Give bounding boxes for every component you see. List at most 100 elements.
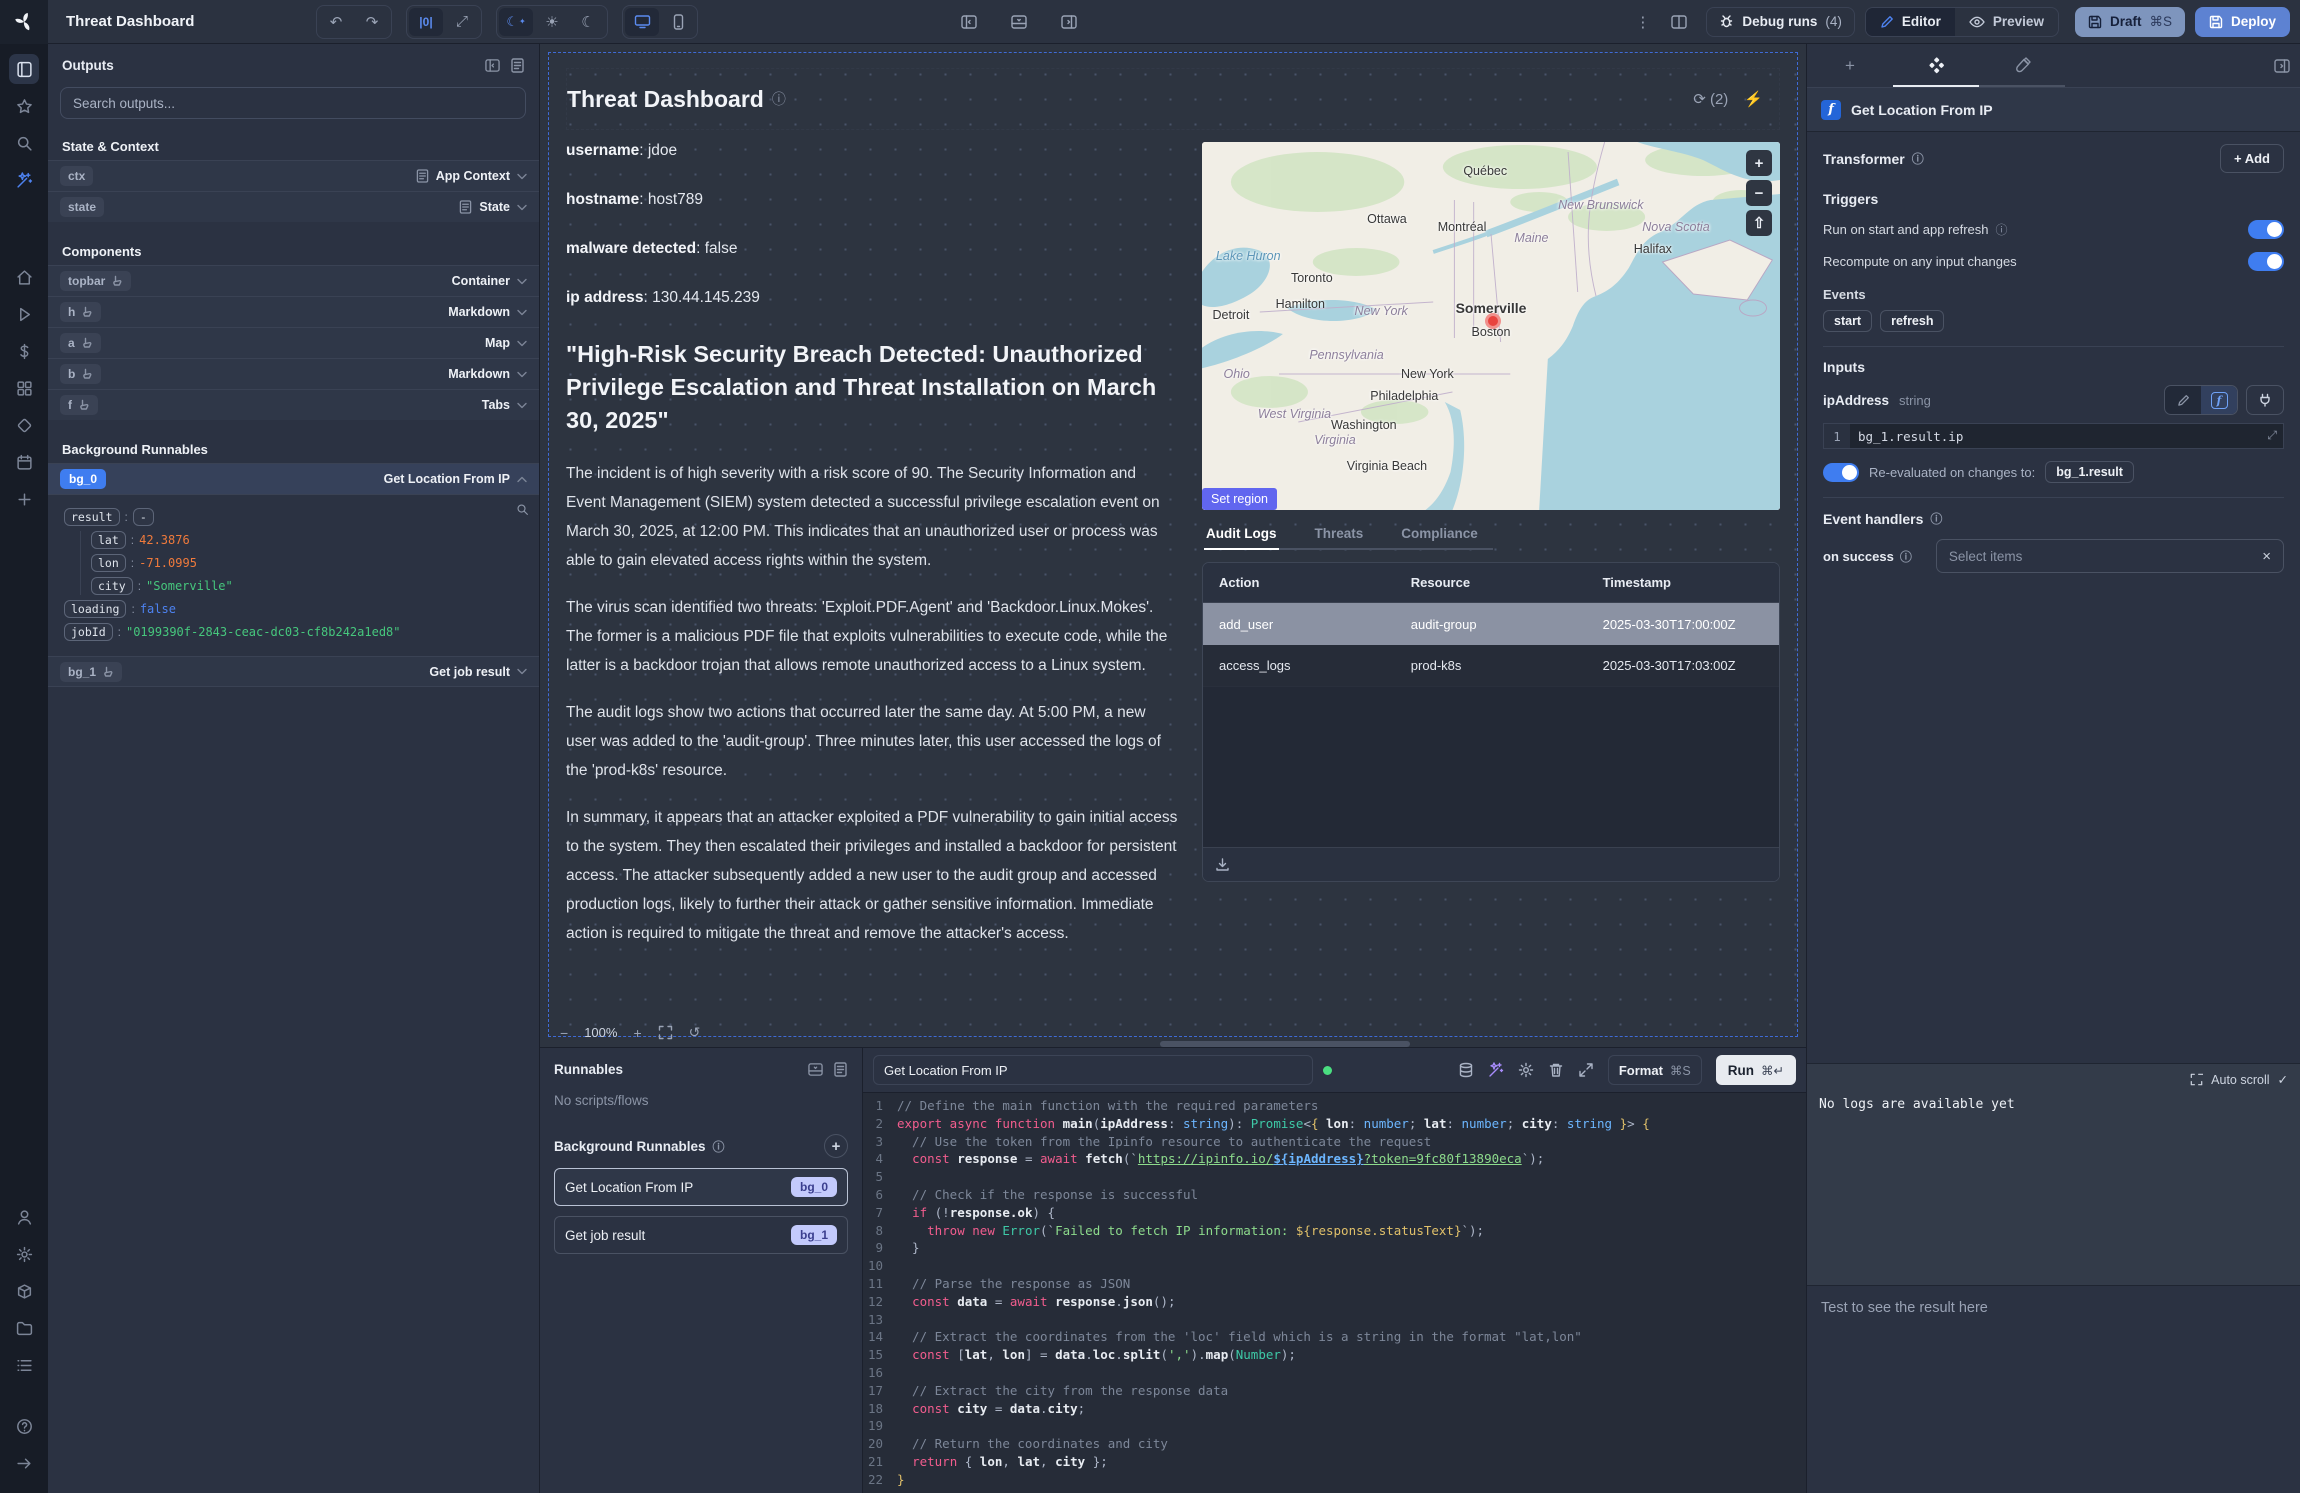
tab-threats[interactable]: Threats — [1313, 520, 1366, 550]
search-nav[interactable] — [9, 128, 39, 158]
map-locate-button[interactable]: ⇧ — [1746, 210, 1772, 236]
table-row[interactable]: access_logs prod-k8s 2025-03-30T17:03:00… — [1203, 645, 1779, 687]
settings-nav[interactable] — [9, 1239, 39, 1269]
code-line[interactable]: 2export async function main(ipAddress: s… — [863, 1115, 1806, 1133]
column-header-resource[interactable]: Resource — [1395, 575, 1587, 590]
code-line[interactable]: 12 const data = await response.json(); — [863, 1293, 1806, 1311]
calendar-nav[interactable] — [9, 447, 39, 477]
logs-nav[interactable] — [9, 1350, 39, 1380]
runnable-item-bg0[interactable]: Get Location From IP bg_0 — [554, 1168, 848, 1206]
ai-wand-icon[interactable] — [1488, 1062, 1504, 1078]
code-line[interactable]: 6 // Check if the response is successful — [863, 1186, 1806, 1204]
debug-runs-button[interactable]: Debug runs (4) — [1706, 7, 1855, 37]
mobile-view-button[interactable] — [661, 8, 695, 36]
code-line[interactable]: 14 // Extract the coordinates from the '… — [863, 1328, 1806, 1346]
column-header-timestamp[interactable]: Timestamp — [1587, 575, 1779, 590]
code-line[interactable]: 5 — [863, 1168, 1806, 1186]
code-line[interactable]: 9 } — [863, 1239, 1806, 1257]
output-row-ctx[interactable]: ctx App Context — [48, 160, 539, 191]
workers-nav[interactable] — [9, 1276, 39, 1306]
runs-nav[interactable] — [9, 299, 39, 329]
toggle-bottom-panel-button[interactable] — [1002, 8, 1036, 36]
app-editor-nav[interactable] — [9, 54, 39, 84]
draft-button[interactable]: Draft ⌘S — [2075, 7, 2185, 37]
column-header-action[interactable]: Action — [1203, 575, 1395, 590]
tab-compliance[interactable]: Compliance — [1399, 520, 1480, 550]
theme-dark-button[interactable]: ☾ — [571, 8, 605, 36]
json-key[interactable]: loading — [64, 600, 126, 618]
theme-auto-button[interactable]: ☾✦ — [499, 8, 533, 36]
zoom-out-button[interactable]: − — [560, 1025, 568, 1041]
code-line[interactable]: 16 — [863, 1364, 1806, 1382]
trash-icon[interactable] — [1548, 1062, 1564, 1078]
recompute-toggle[interactable] — [2248, 252, 2284, 271]
clear-selection-icon[interactable]: × — [2262, 548, 2271, 565]
set-region-button[interactable]: Set region — [1202, 488, 1277, 510]
undo-button[interactable]: ↶ — [319, 8, 353, 36]
code-line[interactable]: 11 // Parse the response as JSON — [863, 1275, 1806, 1293]
json-key[interactable]: lat — [91, 531, 126, 549]
reeval-toggle[interactable] — [1823, 463, 1859, 482]
collapse-bottom-icon[interactable] — [808, 1062, 823, 1077]
doc-icon[interactable] — [510, 58, 525, 73]
run-on-start-toggle[interactable] — [2248, 220, 2284, 239]
event-chip-refresh[interactable]: refresh — [1880, 310, 1944, 332]
add-transformer-button[interactable]: + Add — [2220, 144, 2284, 173]
code-line[interactable]: 1// Define the main function with the re… — [863, 1097, 1806, 1115]
map-zoom-in-button[interactable]: + — [1746, 150, 1772, 176]
code-area[interactable]: 1// Define the main function with the re… — [863, 1092, 1806, 1493]
map-zoom-out-button[interactable]: − — [1746, 180, 1772, 206]
split-view-button[interactable] — [1662, 8, 1696, 36]
variables-nav[interactable] — [9, 336, 39, 366]
expand-editor-icon[interactable] — [1578, 1062, 1594, 1078]
deploy-button[interactable]: Deploy — [2195, 7, 2290, 37]
favorites-nav[interactable] — [9, 91, 39, 121]
reset-zoom-button[interactable]: ↺ — [689, 1024, 701, 1041]
editor-tab[interactable]: Editor — [1866, 8, 1955, 36]
windmill-logo[interactable] — [0, 0, 48, 44]
create-nav[interactable] — [9, 484, 39, 514]
code-line[interactable]: 21 return { lon, lat, city }; — [863, 1453, 1806, 1471]
expand-expr-icon[interactable]: ⤢ — [2267, 428, 2277, 443]
tab-audit-logs[interactable]: Audit Logs — [1204, 520, 1279, 550]
expand-logs-icon[interactable] — [2190, 1073, 2203, 1086]
user-nav[interactable] — [9, 1202, 39, 1232]
more-menu-button[interactable]: ⋮ — [1635, 13, 1650, 31]
json-search-icon[interactable] — [516, 503, 529, 516]
code-line[interactable]: 3 // Use the token from the Ipinfo resou… — [863, 1133, 1806, 1151]
component-row-a[interactable]: a Map — [48, 327, 539, 358]
tab-insert-component[interactable]: + — [1807, 44, 1893, 87]
code-line[interactable]: 19 — [863, 1417, 1806, 1435]
collapse-rail-nav[interactable] — [9, 1448, 39, 1478]
tab-component-settings[interactable] — [1893, 44, 1979, 87]
resources-nav[interactable] — [9, 373, 39, 403]
preview-tab[interactable]: Preview — [1955, 14, 2058, 29]
code-line[interactable]: 15 const [lat, lon] = data.loc.split(','… — [863, 1346, 1806, 1364]
code-line[interactable]: 8 throw new Error(`Failed to fetch IP in… — [863, 1222, 1806, 1240]
table-row[interactable]: add_user audit-group 2025-03-30T17:00:00… — [1203, 603, 1779, 645]
expr-editor[interactable]: 1 bg_1.result.ip ⤢ — [1823, 423, 2284, 449]
search-outputs-input[interactable]: Search outputs... — [60, 87, 526, 119]
database-icon[interactable] — [1458, 1062, 1474, 1078]
code-line[interactable]: 13 — [863, 1311, 1806, 1329]
json-key[interactable]: result — [64, 508, 120, 526]
code-line[interactable]: 4 const response = await fetch(`https://… — [863, 1150, 1806, 1168]
canvas-selection-area[interactable]: Threat Dashboardⓘ ⟳ (2) ⚡ username: jdoe… — [548, 52, 1798, 1037]
code-line[interactable]: 22} — [863, 1471, 1806, 1489]
component-row-topbar[interactable]: topbar Container — [48, 265, 539, 296]
collapse-right-panel-button[interactable] — [2274, 59, 2290, 73]
help-nav[interactable] — [9, 1411, 39, 1441]
width-indicator-button[interactable]: |0| — [409, 8, 443, 36]
map-component[interactable]: QuébecOttawaMontréalNew BrunswickNova Sc… — [1202, 142, 1780, 510]
ai-assistant-nav[interactable] — [9, 165, 39, 195]
toggle-right-panel-button[interactable] — [1052, 8, 1086, 36]
code-line[interactable]: 20 // Return the coordinates and city — [863, 1435, 1806, 1453]
download-icon[interactable] — [1215, 857, 1230, 872]
bg0-output-row[interactable]: bg_0 Get Location From IP — [48, 463, 539, 494]
fit-view-icon[interactable] — [658, 1025, 673, 1040]
json-key[interactable]: jobId — [64, 623, 113, 641]
collapse-panel-icon[interactable] — [485, 58, 500, 73]
connect-input-button[interactable] — [2246, 385, 2284, 415]
code-line[interactable]: 7 if (!response.ok) { — [863, 1204, 1806, 1222]
reeval-dependency-chip[interactable]: bg_1.result — [2045, 461, 2134, 483]
